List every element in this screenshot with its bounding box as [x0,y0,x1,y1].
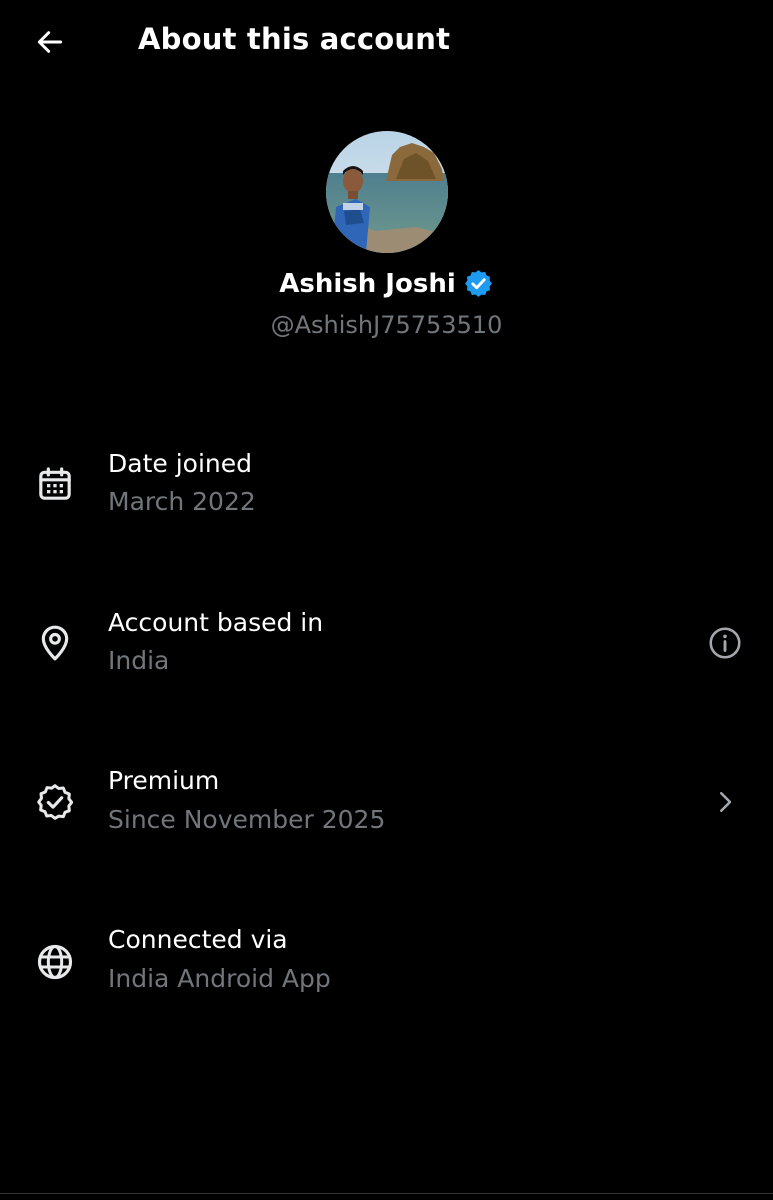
profile-name-row: Ashish Joshi [0,268,773,299]
verified-badge-icon [33,780,77,824]
row-value: Since November 2025 [108,805,386,834]
verified-badge-icon [464,270,492,297]
username-handle: @AshishJ75753510 [270,311,503,339]
chevron-right-icon [720,792,732,812]
globe-icon [33,940,77,984]
page-title: About this account [138,22,451,56]
row-premium[interactable]: Premium Since November 2025 [0,760,773,870]
row-account-based-in: Account based in India [0,600,773,710]
row-date-joined: Date joined March 2022 [0,440,773,550]
row-value: March 2022 [108,487,256,516]
back-button[interactable] [30,22,70,62]
row-title: Premium [108,766,220,795]
top-app-bar: About this account [0,0,773,82]
info-button[interactable] [705,623,745,663]
location-pin-icon [33,621,77,665]
row-title: Connected via [108,925,288,954]
profile-photo [326,131,448,253]
calendar-icon [33,462,77,506]
row-connected-via: Connected via India Android App [0,920,773,1030]
bottom-divider [0,1193,773,1194]
row-title: Account based in [108,608,324,637]
row-title: Date joined [108,449,252,478]
display-name: Ashish Joshi [279,268,456,299]
avatar[interactable] [326,131,448,253]
info-icon [709,627,741,659]
row-value: India [108,646,170,675]
arrow-left-icon [37,31,63,53]
row-value: India Android App [108,964,331,993]
premium-chevron-button[interactable] [705,782,745,822]
